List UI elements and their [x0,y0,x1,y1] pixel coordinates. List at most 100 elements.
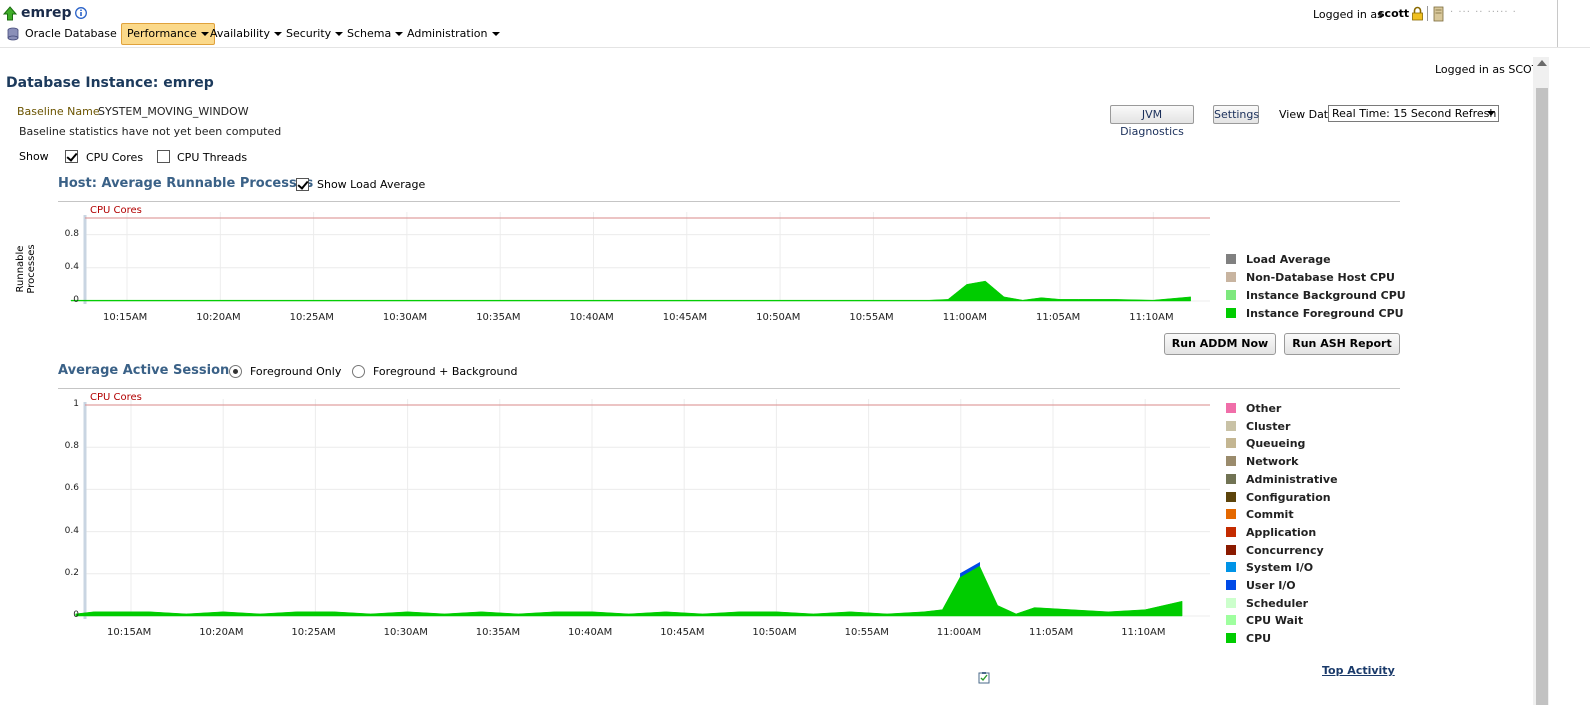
sessions-xtick-label: 10:55AM [844,627,889,638]
host-xtick-label: 10:20AM [196,312,241,323]
host-xtick-label: 10:55AM [849,312,894,323]
host-xtick-label: 10:45AM [662,312,708,323]
legend-label: CPU Wait [1246,614,1304,628]
host-xtick-label: 11:05AM [1036,312,1081,323]
host-legend-item: Non-Database Host CPU [1226,272,1395,286]
legend-label: Administrative [1246,472,1338,486]
legend-swatch [1226,562,1236,573]
legend-swatch [1226,526,1236,537]
sessions-xtick-label: 10:40AM [568,627,613,638]
sessions-ytick-label: 0 [73,610,79,620]
legend-swatch [1226,308,1236,318]
sessions-ytick-label: 0.8 [64,441,79,452]
legend-label: Load Average [1246,253,1331,266]
sessions-cpu-cores-line-label: CPU Cores [90,392,142,403]
legend-label: Network [1246,455,1299,469]
sessions-xtick-label: 11:10AM [1121,627,1166,638]
legend-label: Instance Background CPU [1246,289,1406,302]
sessions-legend-item: Cluster [1226,419,1291,435]
foreground-only-radio[interactable] [229,365,242,378]
sessions-xtick-label: 10:25AM [291,627,336,638]
sessions-ytick-label: 0.6 [64,483,79,494]
sessions-legend-item: Application [1226,525,1317,541]
sessions-legend-item: User I/O [1226,580,1296,594]
host-legend-item: Instance Background CPU [1226,290,1406,304]
sessions-legend-item: Concurrency [1226,543,1324,559]
legend-swatch [1226,456,1236,467]
sessions-legend-item: Other [1226,403,1281,417]
legend-swatch [1226,473,1236,484]
legend-label: Instance Foreground CPU [1246,307,1404,320]
clipboard-check-icon[interactable] [978,671,990,684]
legend-label: System I/O [1246,561,1314,575]
legend-swatch [1226,254,1236,264]
host-legend-item: Load Average [1226,254,1331,268]
legend-swatch [1226,509,1236,520]
sessions-series-cpu [75,565,1183,617]
host-xtick-label: 11:00AM [942,312,987,323]
legend-swatch [1226,633,1236,644]
legend-swatch [1226,615,1236,626]
host-xtick-label: 10:30AM [382,312,428,323]
legend-label: Commit [1246,508,1294,522]
sessions-legend-item: Scheduler [1226,596,1309,612]
sessions-ytick-label: 1 [73,399,79,409]
sessions-legend-item: System I/O [1226,562,1313,576]
host-ytick-label: 0.8 [64,228,79,239]
legend-label: Other [1246,402,1282,415]
sessions-legend-item: CPU Wait [1226,615,1303,629]
divider [58,388,1400,389]
legend-swatch [1226,420,1236,431]
legend-label: Scheduler [1246,596,1309,610]
sessions-legend-item: Configuration [1226,490,1331,506]
legend-swatch [1226,597,1236,608]
sessions-xtick-label: 10:45AM [660,627,705,638]
foreground-background-label: Foreground + Background [373,365,518,378]
legend-swatch [1226,544,1236,555]
sessions-xtick-label: 10:20AM [199,627,244,638]
host-legend-item: Instance Foreground CPU [1226,308,1404,322]
legend-label: Queueing [1246,437,1306,451]
scrollbar-thumb[interactable] [1536,88,1548,705]
sessions-legend-item: Queueing [1226,438,1305,452]
sessions-ytick-label: 0.2 [64,567,79,578]
sessions-legend-item: Network [1226,456,1298,470]
legend-label: Configuration [1246,490,1331,504]
legend-swatch [1226,403,1236,413]
host-xtick-label: 10:15AM [103,312,148,323]
legend-label: Concurrency [1246,543,1324,557]
run-ash-report-button[interactable]: Run ASH Report [1284,333,1400,355]
legend-label: Application [1246,525,1317,539]
legend-label: User I/O [1246,579,1296,592]
sessions-legend-item: Commit [1226,509,1294,523]
host-series-instance-foreground-cpu [70,280,1191,302]
sessions-xtick-label: 10:35AM [475,627,521,638]
host-xtick-label: 10:50AM [756,312,801,323]
sessions-xtick-label: 10:15AM [107,627,152,638]
sessions-xtick-label: 10:30AM [383,627,428,638]
sessions-xtick-label: 11:05AM [1029,627,1074,638]
host-ytick-label: 0.4 [64,261,79,272]
legend-label: Cluster [1246,419,1291,433]
top-activity-label: Top Activity [1322,664,1395,677]
host-xtick-label: 10:25AM [289,312,334,323]
legend-swatch [1226,491,1236,502]
host-xtick-label: 10:40AM [569,312,614,323]
host-ytick-label: 0 [73,295,79,305]
legend-swatch [1226,290,1236,300]
legend-label: Non-Database Host CPU [1246,271,1395,284]
sessions-xtick-label: 10:50AM [752,627,797,638]
sessions-ytick-label: 0.4 [64,525,79,536]
foreground-only-label: Foreground Only [250,365,342,378]
legend-swatch [1226,438,1236,449]
legend-swatch [1226,272,1236,282]
top-activity-link[interactable]: Top Activity [1322,664,1395,677]
foreground-background-radio[interactable] [352,365,365,378]
sessions-legend-item: CPU [1226,633,1271,647]
host-xtick-label: 10:35AM [476,312,521,323]
run-addm-button[interactable]: Run ADDM Now [1164,333,1276,355]
legend-swatch [1226,580,1236,590]
sessions-chart-title: Average Active Sessions [58,363,238,378]
scroll-up-icon[interactable] [1537,60,1547,66]
sessions-xtick-label: 11:00AM [936,627,982,638]
